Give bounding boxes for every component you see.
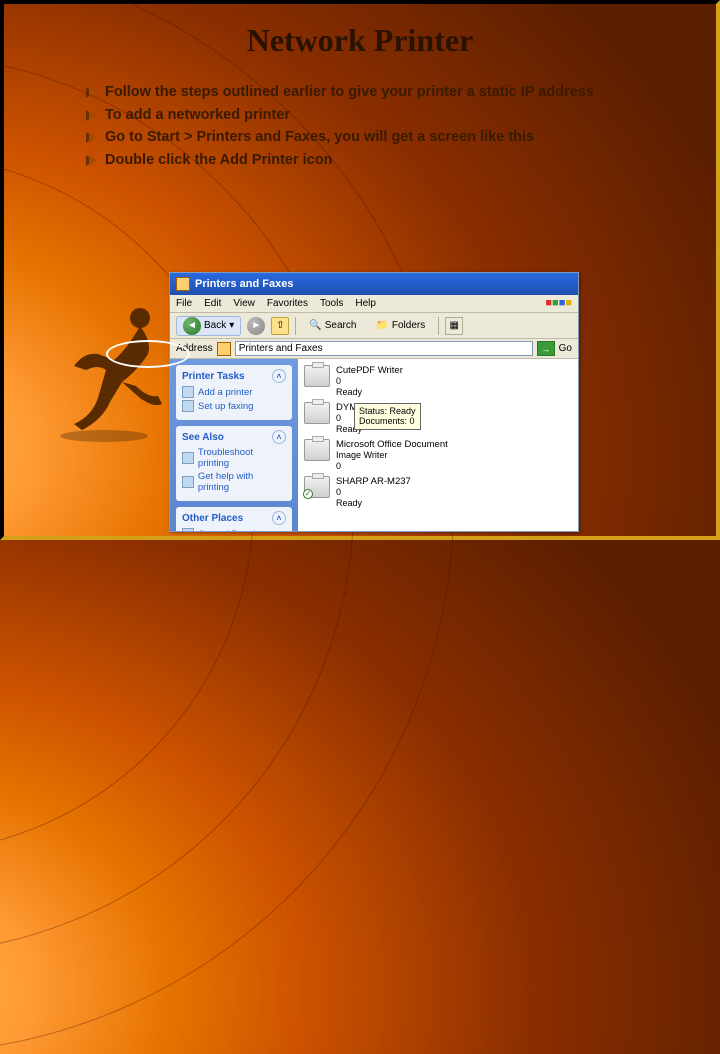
bullet-list: Follow the steps outlined earlier to giv… — [86, 83, 676, 169]
back-arrow-icon: ◄ — [183, 317, 201, 335]
window-menubar: File Edit View Favorites Tools Help ■■■■ — [170, 295, 578, 313]
address-input[interactable] — [235, 341, 533, 356]
chevron-up-icon[interactable]: ˄ — [272, 430, 286, 444]
bullet-text: Follow the steps outlined earlier to giv… — [105, 83, 594, 102]
menu-file[interactable]: File — [176, 298, 192, 309]
sidebar-panel: Printer Tasks˄ Add a printer Set up faxi… — [170, 359, 298, 531]
arrow-icon — [86, 155, 97, 166]
default-check-icon: ✓ — [303, 489, 313, 499]
menu-favorites[interactable]: Favorites — [267, 298, 308, 309]
control-panel-icon — [182, 528, 194, 531]
list-item: Double click the Add Printer icon — [86, 151, 676, 170]
menu-tools[interactable]: Tools — [320, 298, 343, 309]
fax-icon — [182, 400, 194, 412]
views-button[interactable]: ▦ — [445, 317, 463, 335]
printer-icon — [182, 386, 194, 398]
arrow-icon — [86, 110, 97, 121]
bullet-text: To add a networked printer — [105, 106, 290, 125]
menu-view[interactable]: View — [233, 298, 255, 309]
list-item: To add a networked printer — [86, 106, 676, 125]
printer-list: CutePDF Writer0Ready DYMO Label0Ready St… — [298, 359, 578, 531]
sidebar-item-add-printer[interactable]: Add a printer — [182, 386, 286, 398]
window-toolbar: ◄Back▾ ► ⇧ 🔍Search 📁Folders ▦ — [170, 313, 578, 339]
chevron-down-icon: ▾ — [229, 320, 234, 331]
runner-graphic — [44, 304, 174, 444]
list-item: Go to Start > Printers and Faxes, you wi… — [86, 128, 676, 147]
printer-icon — [304, 402, 330, 424]
page-title: Network Printer — [4, 4, 716, 59]
help-icon — [182, 476, 194, 488]
go-button[interactable]: → — [537, 341, 555, 356]
up-button[interactable]: ⇧ — [271, 317, 289, 335]
back-button[interactable]: ◄Back▾ — [176, 316, 241, 336]
window-titlebar[interactable]: Printers and Faxes — [170, 273, 578, 295]
chevron-up-icon[interactable]: ˄ — [272, 369, 286, 383]
arrow-icon — [86, 87, 97, 98]
windows-flag-icon: ■■■■ — [545, 297, 572, 309]
menu-help[interactable]: Help — [355, 298, 376, 309]
printer-item[interactable]: CutePDF Writer0Ready — [304, 365, 572, 398]
sidebar-item-troubleshoot[interactable]: Troubleshoot printing — [182, 447, 286, 469]
printer-icon: ✓ — [304, 476, 330, 498]
search-icon: 🔍 — [309, 320, 321, 331]
menu-edit[interactable]: Edit — [204, 298, 221, 309]
arrow-icon — [86, 132, 97, 143]
tooltip: Status: Ready Documents: 0 — [354, 403, 421, 430]
bullet-text: Double click the Add Printer icon — [105, 151, 332, 170]
panel-see-also: See Also˄ Troubleshoot printing Get help… — [176, 426, 292, 501]
printer-item[interactable]: Microsoft Office DocumentImage Writer0 — [304, 439, 572, 472]
printer-folder-icon — [176, 277, 190, 291]
chevron-up-icon[interactable]: ˄ — [272, 511, 286, 525]
printer-icon — [304, 439, 330, 461]
list-item: Follow the steps outlined earlier to giv… — [86, 83, 676, 102]
forward-button[interactable]: ► — [247, 317, 265, 335]
window-title-text: Printers and Faxes — [195, 278, 293, 290]
printers-window: Printers and Faxes File Edit View Favori… — [169, 272, 579, 532]
folders-icon: 📁 — [376, 320, 388, 331]
printer-item[interactable]: ✓ SHARP AR-M2370Ready — [304, 476, 572, 509]
address-icon — [217, 342, 231, 356]
sidebar-item-get-help[interactable]: Get help with printing — [182, 471, 286, 493]
printer-item[interactable]: DYMO Label0Ready — [304, 402, 572, 435]
sidebar-item-setup-faxing[interactable]: Set up faxing — [182, 400, 286, 412]
address-label: Address — [176, 343, 213, 354]
sidebar-item-control-panel[interactable]: Control Panel — [182, 528, 286, 531]
search-button[interactable]: 🔍Search — [302, 316, 363, 336]
address-bar: Address → Go — [170, 339, 578, 359]
folders-button[interactable]: 📁Folders — [369, 316, 432, 336]
printer-icon — [304, 365, 330, 387]
panel-other-places: Other Places˄ Control Panel My Documents… — [176, 507, 292, 531]
go-label: Go — [559, 343, 572, 354]
bullet-text: Go to Start > Printers and Faxes, you wi… — [105, 128, 534, 147]
help-icon — [182, 452, 194, 464]
panel-printer-tasks: Printer Tasks˄ Add a printer Set up faxi… — [176, 365, 292, 420]
